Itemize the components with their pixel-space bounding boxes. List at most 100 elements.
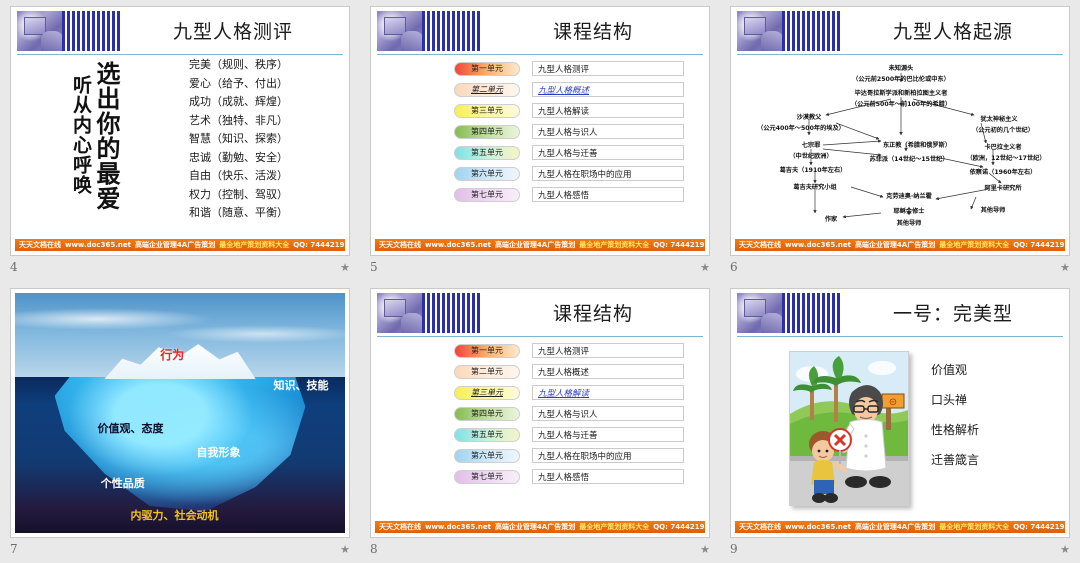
footer-qq: QQ: 744421982 [293, 240, 345, 249]
list-item: 忠诚（勤勉、安全） [189, 150, 288, 164]
table-row[interactable]: 第五单元 九型人格与迁善 [454, 427, 709, 442]
footer-qq: QQ: 744421982 [1013, 240, 1065, 249]
unit-chip[interactable]: 第二单元 [454, 82, 520, 97]
table-row[interactable]: 第四单元 九型人格与识人 [454, 124, 709, 139]
node-label: 耶稣会修士 [894, 207, 926, 215]
table-row[interactable]: 第六单元 九型人格在职场中的应用 [454, 166, 709, 181]
unit-chip[interactable]: 第二单元 [454, 364, 520, 379]
unit-label[interactable]: 九型人格测评 [532, 343, 684, 358]
unit-label[interactable]: 九型人格概述 [532, 364, 684, 379]
unit-chip[interactable]: 第五单元 [454, 145, 520, 160]
table-row[interactable]: 第五单元 九型人格与迁善 [454, 145, 709, 160]
list-item: 成功（成就、辉煌） [189, 95, 288, 108]
table-row[interactable]: 第七单元 九型人格感悟 [454, 187, 709, 202]
slide-7[interactable]: 行为 知识、技能 价值观、态度 自我形象 个性品质 内驱力、社会动机 [10, 288, 350, 538]
table-row[interactable]: 第一单元 九型人格测评 [454, 343, 709, 358]
page-title: 课程结构 [552, 303, 633, 325]
unit-chip[interactable]: 第三单元 [454, 103, 520, 118]
unit-chip[interactable]: 第五单元 [454, 427, 520, 442]
table-row[interactable]: 第三单元 九型人格解读 [454, 103, 709, 118]
star-icon[interactable]: ★ [700, 261, 710, 274]
list-item: 爱心（给予、付出） [189, 76, 288, 90]
unit-label[interactable]: 九型人格解读 [532, 385, 684, 400]
slide-header: 课程结构 [371, 289, 709, 337]
slide-8[interactable]: 课程结构 第一单元 九型人格测评 第二单元 九型人格概述 第三单元 九型人格解读… [370, 288, 710, 538]
table-row[interactable]: 第一单元 九型人格测评 [454, 61, 709, 76]
page-title: 九型人格起源 [892, 21, 1013, 43]
node-label: 依察诺（1960年左右） [970, 168, 1037, 176]
slide-cell-6: 九型人格起源 未知源头 （公元前2500年的巴比伦或中东） 毕达哥拉斯学派和新柏… [720, 0, 1080, 282]
star-icon[interactable]: ★ [1060, 261, 1070, 274]
table-row[interactable]: 第三单元 九型人格解读 [454, 385, 709, 400]
unit-label[interactable]: 九型人格测评 [532, 61, 684, 76]
unit-label[interactable]: 九型人格与迁善 [532, 427, 684, 442]
footer-tag-1: 高端企业管理4A广告策划 [494, 240, 576, 249]
slide-9[interactable]: 一号：完美型 ⊝ 价值观 口头禅 性格解析 迁善箴言 天天文档在线 www.do… [730, 288, 1070, 538]
unit-chip[interactable]: 第四单元 [454, 406, 520, 421]
unit-chip[interactable]: 第七单元 [454, 187, 520, 202]
slide-footer-banner: 天天文档在线 www.doc365.net 高端企业管理4A广告策划 最全地产策… [735, 521, 1065, 533]
stripes-decoration [422, 293, 482, 333]
footer-tag-1: 高端企业管理4A广告策划 [854, 240, 936, 249]
node-label: 其他导师 [981, 206, 1006, 214]
star-icon[interactable]: ★ [1060, 543, 1070, 556]
slide-meta: 5 ★ [370, 258, 710, 276]
vertical-main-text: 选出你的最爱 [92, 61, 120, 211]
star-icon[interactable]: ★ [700, 543, 710, 556]
node-label: （中世纪欧洲） [789, 152, 832, 160]
table-row[interactable]: 第四单元 九型人格与识人 [454, 406, 709, 421]
node-label: 沙漠教父 [797, 113, 823, 121]
node-label: 其他导师 [897, 219, 922, 227]
unit-chip[interactable]: 第四单元 [454, 124, 520, 139]
footer-url: www.doc365.net [785, 522, 851, 531]
slide-header: 九型人格测评 [11, 7, 349, 55]
unit-chip[interactable]: 第六单元 [454, 166, 520, 181]
slide-header: 一号：完美型 [731, 289, 1069, 337]
slide-6[interactable]: 九型人格起源 未知源头 （公元前2500年的巴比伦或中东） 毕达哥拉斯学派和新柏… [730, 6, 1070, 256]
unit-label[interactable]: 九型人格与迁善 [532, 145, 684, 160]
stripes-decoration [422, 11, 482, 51]
table-row[interactable]: 第二单元 九型人格概述 [454, 82, 709, 97]
unit-chip[interactable]: 第七单元 [454, 469, 520, 484]
unit-chip[interactable]: 第六单元 [454, 448, 520, 463]
table-row[interactable]: 第七单元 九型人格感悟 [454, 469, 709, 484]
node-label: 葛吉夫（1910年左右） [779, 166, 847, 174]
unit-label[interactable]: 九型人格感悟 [532, 187, 684, 202]
course-structure-list: 第一单元 九型人格测评 第二单元 九型人格概述 第三单元 九型人格解读 第四单元… [371, 61, 709, 233]
unit-label[interactable]: 九型人格与识人 [532, 406, 684, 421]
label-self-image: 自我形象 [196, 446, 241, 460]
footer-site: 天天文档在线 [739, 522, 781, 531]
origin-flow-diagram: 未知源头 （公元前2500年的巴比伦或中东） 毕达哥拉斯学派和新柏拉图主义者 （… [731, 57, 1069, 235]
unit-label[interactable]: 九型人格概述 [532, 82, 684, 97]
unit-chip[interactable]: 第一单元 [454, 61, 520, 76]
footer-site: 天天文档在线 [379, 522, 421, 531]
slide-5[interactable]: 课程结构 第一单元 九型人格测评 第二单元 九型人格概述 第三单元 九型人格解读… [370, 6, 710, 256]
table-row[interactable]: 第六单元 九型人格在职场中的应用 [454, 448, 709, 463]
page-title: 课程结构 [552, 21, 633, 43]
slide-meta: 4 ★ [10, 258, 350, 276]
node-label: 毕达哥拉斯学派和新柏拉图主义者 [855, 89, 948, 97]
unit-label[interactable]: 九型人格在职场中的应用 [532, 448, 684, 463]
list-item: 智慧（知识、探索） [189, 132, 288, 145]
header-divider [17, 54, 343, 55]
footer-url: www.doc365.net [425, 522, 491, 531]
slide-meta: 9 ★ [730, 540, 1070, 558]
slide-cell-8: 课程结构 第一单元 九型人格测评 第二单元 九型人格概述 第三单元 九型人格解读… [360, 282, 720, 563]
star-icon[interactable]: ★ [340, 543, 350, 556]
label-value: 价值观、态度 [97, 422, 164, 436]
slide-4[interactable]: 九型人格测评 选出你的最爱 听从内心呼唤 完美（规则、秩序） 爱心（给予、付出）… [10, 6, 350, 256]
unit-label[interactable]: 九型人格与识人 [532, 124, 684, 139]
footer-qq: QQ: 744421982 [1013, 522, 1065, 531]
node-label: 葛吉夫研究小组 [792, 183, 837, 191]
node-label: 未知源头 [888, 64, 914, 72]
unit-chip[interactable]: 第一单元 [454, 343, 520, 358]
table-row[interactable]: 第二单元 九型人格概述 [454, 364, 709, 379]
star-icon[interactable]: ★ [340, 261, 350, 274]
footer-qq: QQ: 744421982 [653, 522, 705, 531]
unit-chip[interactable]: 第三单元 [454, 385, 520, 400]
unit-label[interactable]: 九型人格在职场中的应用 [532, 166, 684, 181]
unit-label[interactable]: 九型人格解读 [532, 103, 684, 118]
unit-label[interactable]: 九型人格感悟 [532, 469, 684, 484]
computer-photo-icon [737, 293, 782, 333]
footer-site: 天天文档在线 [739, 240, 781, 249]
